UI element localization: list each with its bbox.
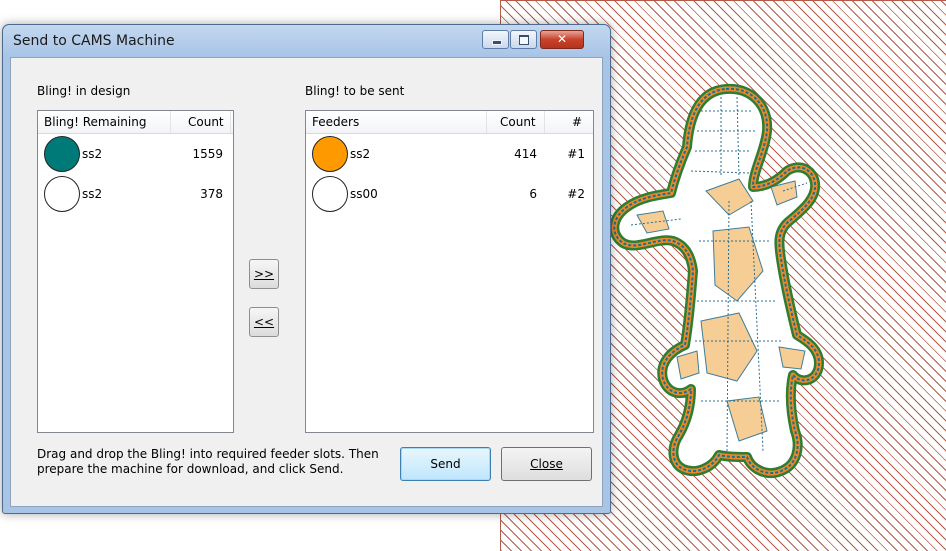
close-window-button[interactable]: ✕	[540, 30, 584, 49]
close-button[interactable]: Close	[501, 447, 592, 481]
instructions-text: Drag and drop the Bling! into required f…	[37, 447, 379, 476]
column-divider[interactable]	[170, 111, 171, 133]
minimize-icon	[492, 40, 502, 45]
bling-count: 378	[200, 187, 223, 201]
header-bling-remaining[interactable]: Bling! Remaining	[44, 115, 146, 129]
feeder-name: ss00	[350, 187, 378, 201]
feeder-count: 414	[514, 147, 537, 161]
send-button[interactable]: Send	[400, 447, 491, 481]
list-header: Bling! Remaining Count	[38, 111, 233, 134]
header-slot[interactable]: #	[572, 115, 582, 129]
bling-circle-icon	[312, 176, 348, 212]
close-button-label: Close	[530, 457, 563, 471]
header-feeders[interactable]: Feeders	[312, 115, 359, 129]
bling-name: ss2	[82, 147, 103, 161]
maximize-icon	[519, 35, 529, 45]
remove-button-label: <<	[253, 315, 275, 329]
bling-circle-icon	[312, 136, 348, 172]
column-divider[interactable]	[230, 111, 231, 133]
list-item[interactable]: ss2 1559	[38, 135, 233, 175]
minimize-button[interactable]	[482, 30, 509, 49]
add-to-feeders-button[interactable]: >>	[249, 259, 279, 289]
feeders-list[interactable]: Feeders Count # ss2 414 #1 ss00 6 #2	[305, 110, 594, 433]
bling-count: 1559	[192, 147, 223, 161]
list-item[interactable]: ss2 378	[38, 175, 233, 215]
column-divider[interactable]	[544, 111, 545, 133]
feeder-slot: #2	[567, 187, 585, 201]
feeder-name: ss2	[350, 147, 371, 161]
feeder-count: 6	[529, 187, 537, 201]
bling-circle-icon	[44, 136, 80, 172]
maximize-button[interactable]	[510, 30, 537, 49]
column-divider[interactable]	[486, 111, 487, 133]
send-to-cams-dialog: Send to CAMS Machine ✕ Bling! in design …	[2, 24, 611, 514]
bling-in-design-label: Bling! in design	[37, 84, 131, 98]
list-item[interactable]: ss00 6 #2	[306, 175, 593, 215]
title-bar[interactable]: Send to CAMS Machine ✕	[3, 25, 610, 57]
header-count[interactable]: Count	[188, 115, 224, 129]
list-item[interactable]: ss2 414 #1	[306, 135, 593, 175]
bling-circle-icon	[44, 176, 80, 212]
header-count[interactable]: Count	[500, 115, 536, 129]
dialog-title: Send to CAMS Machine	[13, 33, 175, 49]
bling-remaining-list[interactable]: Bling! Remaining Count ss2 1559 ss2 378	[37, 110, 234, 433]
feeder-slot: #1	[567, 147, 585, 161]
dialog-body: Bling! in design Bling! to be sent Bling…	[10, 57, 603, 507]
add-button-label: >>	[253, 267, 275, 281]
close-icon: ✕	[556, 32, 568, 46]
list-header: Feeders Count #	[306, 111, 593, 134]
bling-name: ss2	[82, 187, 103, 201]
remove-from-feeders-button[interactable]: <<	[249, 307, 279, 337]
bling-to-be-sent-label: Bling! to be sent	[305, 84, 405, 98]
